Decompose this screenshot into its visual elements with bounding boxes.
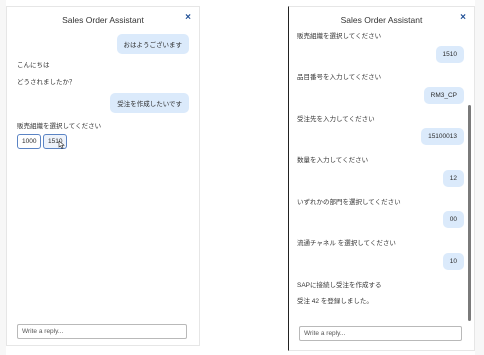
reply-input[interactable]: Write a reply...	[17, 324, 187, 339]
user-message: 受注を作成したいです	[110, 93, 189, 113]
panel-title: Sales Order Assistant	[340, 15, 423, 25]
bot-message: 販売組織を選択してください	[17, 123, 102, 130]
bot-message: 販売組織を選択してください	[297, 33, 382, 40]
bot-message: 数量を入力してください	[297, 157, 369, 164]
user-message: 1510	[435, 46, 464, 63]
bot-message: 受注先を入力してください	[297, 116, 375, 123]
user-message: 12	[442, 170, 464, 187]
chat-panel-left: Sales Order Assistant × おはようございます こんにちは …	[6, 6, 200, 346]
bot-message: 品目番号を入力してください	[297, 74, 382, 81]
bot-message: SAPに接続し受注を作成する	[297, 282, 382, 289]
user-message: 10	[442, 253, 464, 270]
reply-input[interactable]: Write a reply...	[299, 326, 462, 341]
middle-gap	[200, 0, 280, 355]
user-message: 00	[442, 211, 464, 228]
user-message: おはようございます	[116, 34, 189, 54]
close-icon[interactable]: ×	[185, 13, 191, 23]
panel-title: Sales Order Assistant	[62, 15, 144, 25]
bot-message: 受注 42 を登録しました。	[297, 298, 373, 305]
bot-message: どうされましたか？	[17, 79, 76, 86]
option-button-1000[interactable]: 1000	[17, 134, 42, 149]
pointer-cursor-icon	[58, 141, 65, 149]
bot-message: いずれかの部門を選択してください	[297, 199, 401, 206]
scrollbar[interactable]	[468, 105, 471, 321]
chat-panel-right: Sales Order Assistant × 販売組織を選択してください 15…	[288, 6, 475, 351]
bot-message: こんにちは	[17, 62, 50, 69]
user-message: 15100013	[421, 128, 464, 145]
bot-message: 流通チャネル を選択してください	[297, 240, 396, 247]
close-icon[interactable]: ×	[460, 13, 466, 23]
user-message: RM3_CP	[423, 87, 464, 104]
right-gutter	[475, 0, 484, 355]
